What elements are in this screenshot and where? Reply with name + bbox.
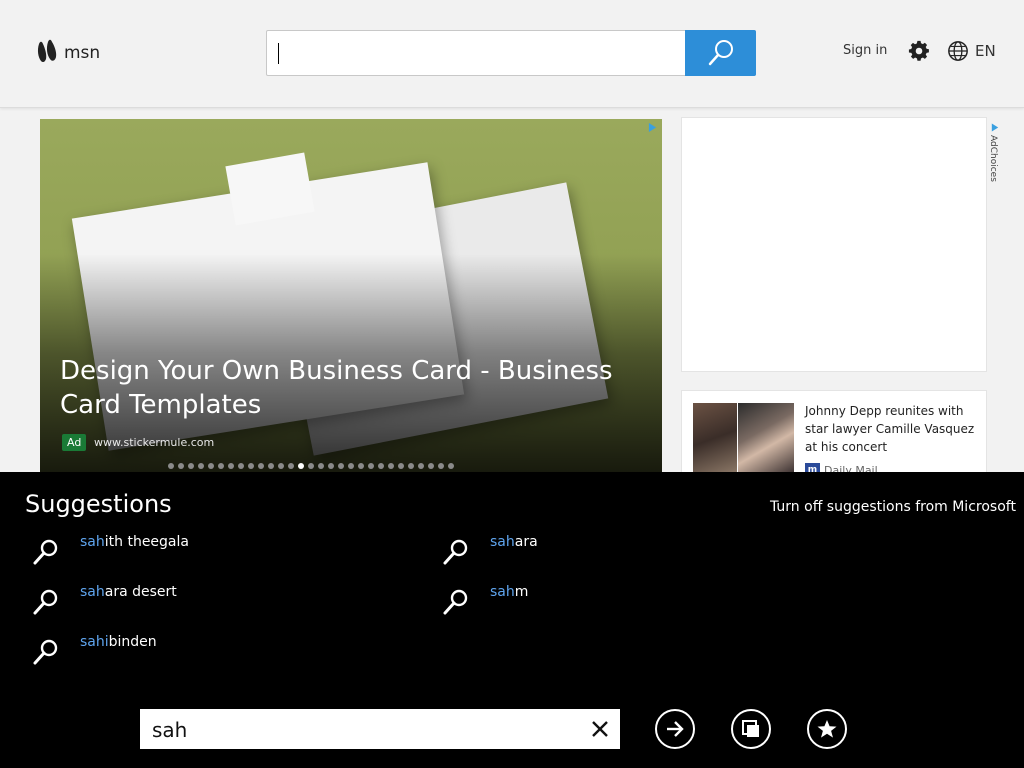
carousel-dot[interactable]: [258, 463, 264, 469]
search-icon: [443, 589, 468, 615]
carousel-dot[interactable]: [198, 463, 204, 469]
carousel-dot[interactable]: [418, 463, 424, 469]
adchoices-icon[interactable]: [648, 123, 657, 132]
carousel-dot[interactable]: [368, 463, 374, 469]
search-icon: [708, 40, 733, 66]
suggestion-text: sahm: [490, 584, 529, 600]
suggestion-item[interactable]: sahith theegala: [32, 534, 189, 566]
globe-icon[interactable]: [947, 40, 969, 62]
suggestions-title: Suggestions: [25, 490, 172, 518]
carousel-dot[interactable]: [228, 463, 234, 469]
text-caret: [278, 43, 279, 64]
search-icon: [33, 589, 58, 615]
carousel-dot[interactable]: [398, 463, 404, 469]
carousel-dot[interactable]: [408, 463, 414, 469]
suggestion-text: sahibinden: [80, 634, 157, 650]
carousel-dot[interactable]: [308, 463, 314, 469]
tabs-button[interactable]: [731, 709, 771, 749]
carousel-dot[interactable]: [238, 463, 244, 469]
clear-icon[interactable]: [590, 719, 610, 739]
suggestion-text: sahara desert: [80, 584, 177, 600]
carousel-dot[interactable]: [268, 463, 274, 469]
search-button[interactable]: [685, 30, 756, 76]
carousel-dot[interactable]: [388, 463, 394, 469]
search-input[interactable]: [266, 30, 756, 76]
adchoices-link[interactable]: AdChoices: [988, 123, 1002, 193]
msn-header: msn Sign in EN: [0, 0, 1024, 108]
adchoices-icon: [991, 123, 999, 132]
search-icon: [33, 539, 58, 565]
address-bar-input[interactable]: sah: [140, 709, 620, 749]
carousel-dot[interactable]: [348, 463, 354, 469]
sign-in-link[interactable]: Sign in: [843, 43, 887, 58]
carousel-dots[interactable]: [168, 463, 454, 469]
msn-logo[interactable]: msn: [36, 38, 100, 68]
carousel-dot[interactable]: [378, 463, 384, 469]
go-arrow-icon: [667, 721, 684, 737]
search-icon: [443, 539, 468, 565]
hero-title[interactable]: Design Your Own Business Card - Business…: [60, 354, 620, 422]
turn-off-suggestions-link[interactable]: Turn off suggestions from Microsoft: [770, 499, 1016, 515]
carousel-dot[interactable]: [338, 463, 344, 469]
gear-icon[interactable]: [908, 40, 930, 62]
carousel-dot[interactable]: [428, 463, 434, 469]
suggestion-item[interactable]: sahara: [442, 534, 538, 566]
address-bar-text: sah: [152, 718, 188, 742]
favorite-star-icon: [817, 720, 837, 738]
carousel-dot[interactable]: [168, 463, 174, 469]
search-icon: [33, 639, 58, 665]
suggestion-text: sahara: [490, 534, 538, 550]
ad-badge: Ad: [62, 434, 87, 451]
favorites-button[interactable]: [807, 709, 847, 749]
ad-panel[interactable]: [681, 117, 987, 372]
carousel-dot[interactable]: [288, 463, 294, 469]
news-image-left: [693, 403, 737, 473]
butterfly-icon: [37, 39, 57, 63]
language-selector[interactable]: EN: [975, 42, 996, 60]
carousel-dot[interactable]: [318, 463, 324, 469]
suggestions-flyout: Suggestions Turn off suggestions from Mi…: [0, 472, 1024, 768]
news-title[interactable]: Johnny Depp reunites with star lawyer Ca…: [805, 402, 980, 456]
news-card[interactable]: Johnny Depp reunites with star lawyer Ca…: [681, 390, 987, 480]
carousel-dot[interactable]: [248, 463, 254, 469]
carousel-dot[interactable]: [328, 463, 334, 469]
suggestion-item[interactable]: sahibinden: [32, 634, 157, 666]
carousel-dot[interactable]: [298, 463, 304, 469]
carousel-dot[interactable]: [218, 463, 224, 469]
suggestion-text: sahith theegala: [80, 534, 189, 550]
logo-text: msn: [64, 43, 101, 63]
carousel-dot[interactable]: [188, 463, 194, 469]
adchoices-label: AdChoices: [988, 135, 998, 182]
hero-ad-card[interactable]: Design Your Own Business Card - Business…: [40, 119, 662, 474]
carousel-dot[interactable]: [208, 463, 214, 469]
ad-url[interactable]: www.stickermule.com: [94, 436, 214, 449]
carousel-dot[interactable]: [438, 463, 444, 469]
go-button[interactable]: [655, 709, 695, 749]
carousel-dot[interactable]: [278, 463, 284, 469]
carousel-dot[interactable]: [358, 463, 364, 469]
carousel-dot[interactable]: [448, 463, 454, 469]
carousel-dot[interactable]: [178, 463, 184, 469]
tabs-icon: [742, 720, 759, 737]
suggestion-item[interactable]: sahm: [442, 584, 528, 616]
news-image-right: [738, 403, 794, 473]
suggestion-item[interactable]: sahara desert: [32, 584, 177, 616]
